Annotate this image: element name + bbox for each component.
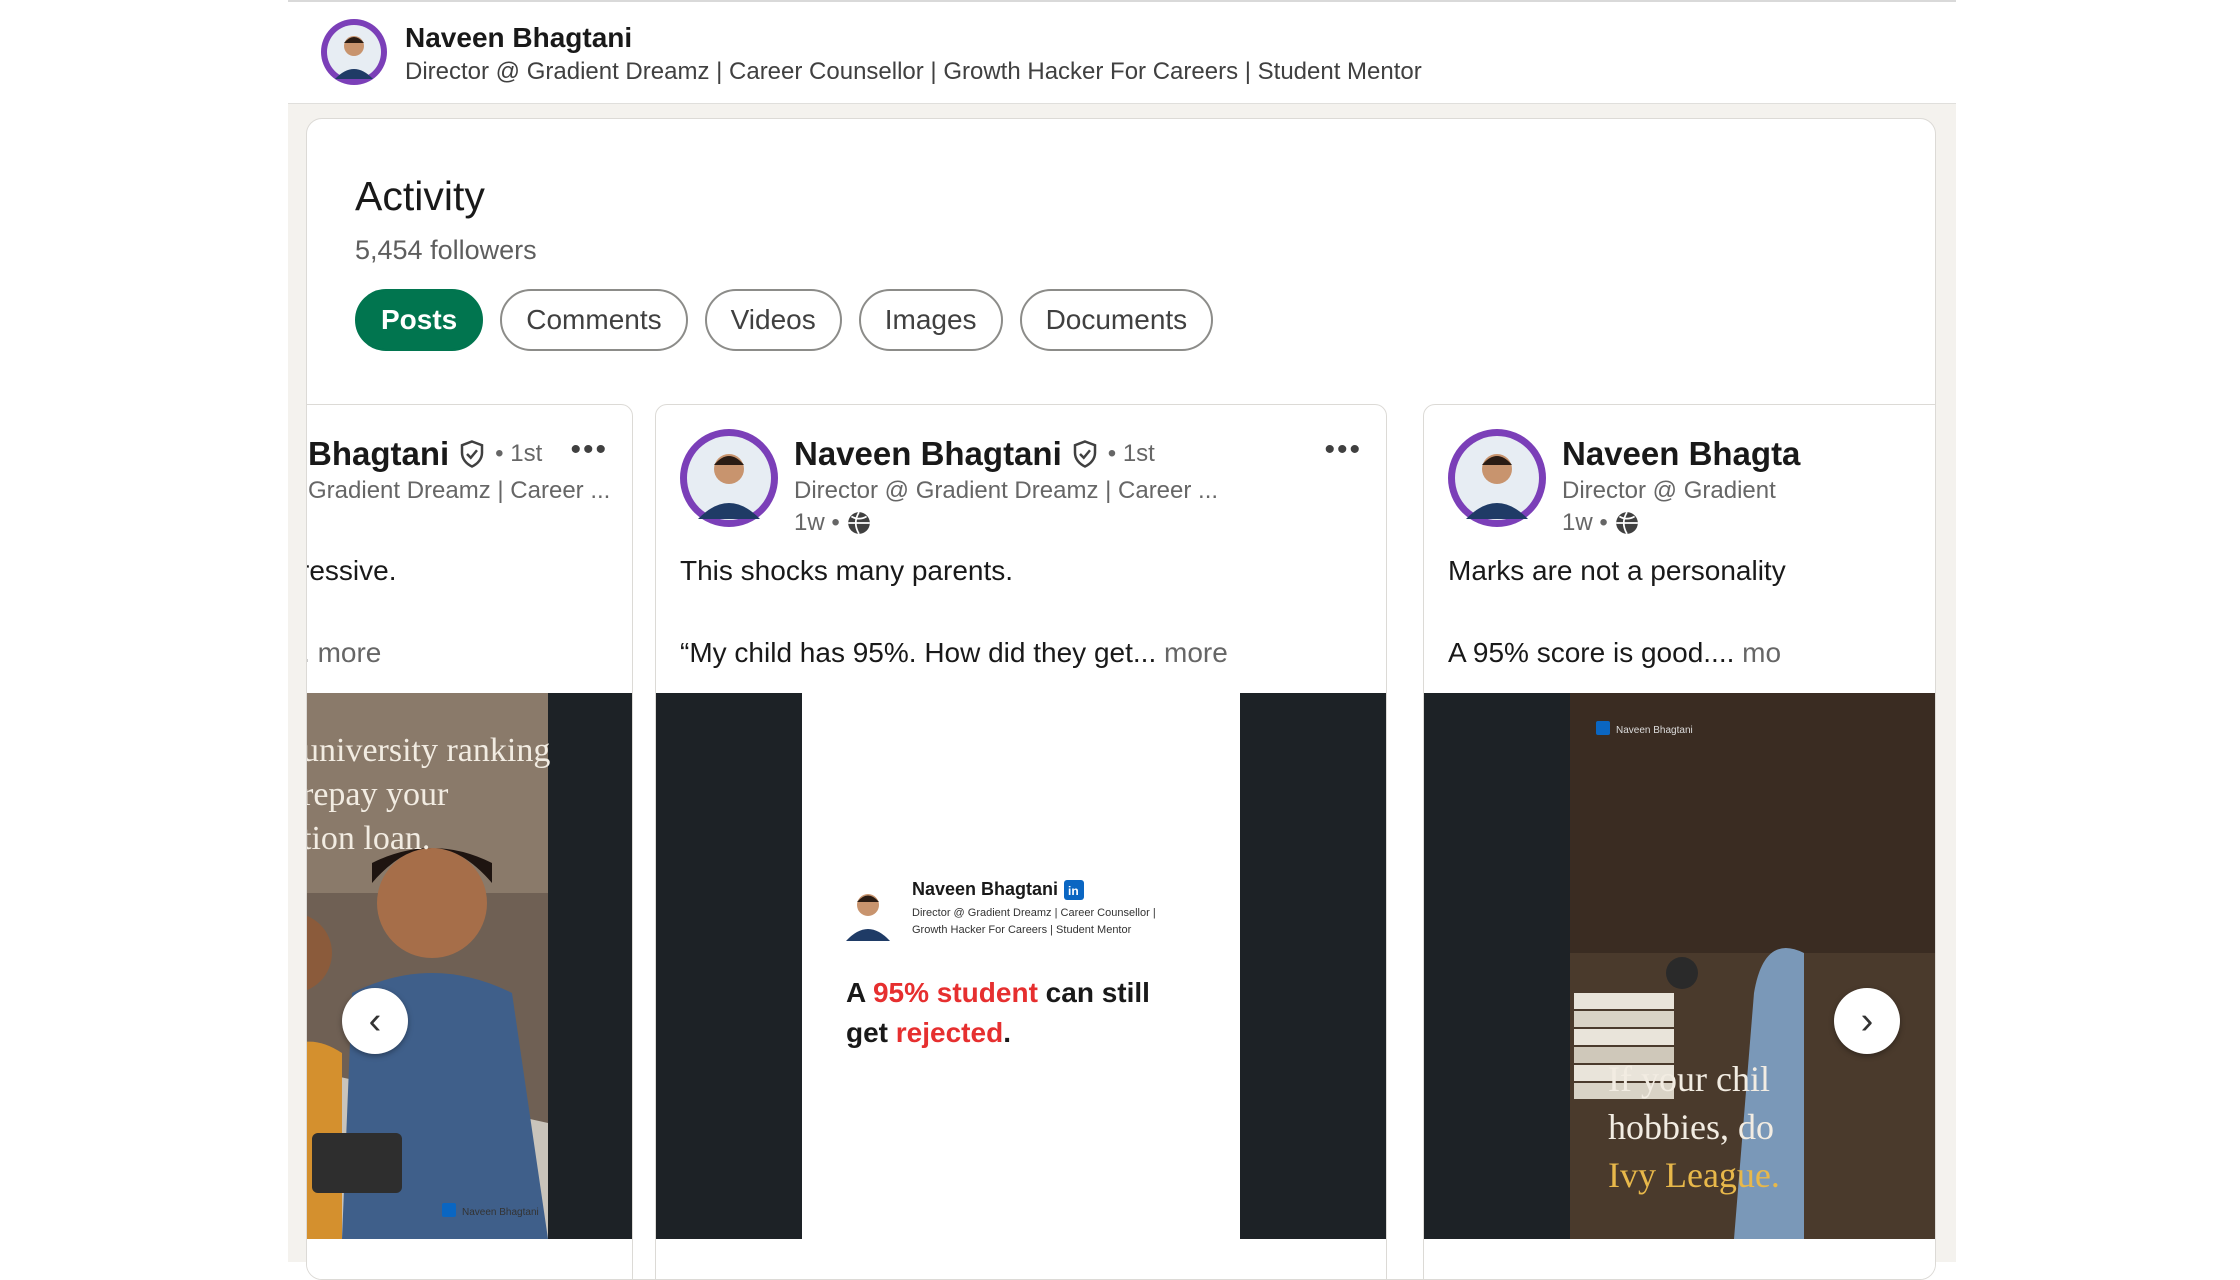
- post-document-preview[interactable]: Naveen Bhagtani in Director @ Gradient D…: [656, 693, 1386, 1239]
- tab-documents[interactable]: Documents: [1019, 289, 1214, 351]
- post-text-truncated: A 95% score is good....: [1448, 637, 1735, 668]
- post-text-line: . more: [307, 637, 381, 669]
- post-author-name: Naveen Bhagta: [1562, 435, 1801, 472]
- headline-highlight: 95% student: [872, 977, 1038, 1008]
- post-timestamp: 1w •: [1562, 509, 1640, 537]
- post-image[interactable]: Naveen Bhagtani If your chil hobbies, do…: [1424, 693, 1935, 1239]
- svg-text:in: in: [1068, 884, 1079, 898]
- carousel-next-button[interactable]: ›: [1834, 988, 1900, 1054]
- activity-title: Activity: [355, 173, 485, 219]
- headline-text: get: [846, 1017, 896, 1048]
- post-author-name: Naveen Bhagtani: [794, 435, 1062, 472]
- headline-highlight: rejected: [895, 1017, 1004, 1048]
- document-author: Naveen Bhagtani in: [912, 879, 1085, 900]
- tab-posts[interactable]: Posts: [355, 289, 484, 351]
- post-text-truncated: .: [307, 637, 310, 668]
- image-caption-line: repay your: [307, 776, 449, 813]
- post-author[interactable]: Bhagtani • 1st: [308, 435, 542, 473]
- post-text-line: This shocks many parents.: [680, 555, 1014, 586]
- carousel-prev-button[interactable]: ‹: [342, 988, 408, 1054]
- post-image-graphic: Naveen Bhagtani If your chil hobbies, do…: [1424, 693, 1935, 1239]
- post-author-subtitle: Director @ Gradient: [1562, 477, 1776, 504]
- globe-icon: [1615, 511, 1638, 535]
- sticky-profile-header: Naveen Bhagtani Director @ Gradient Drea…: [288, 2, 1956, 104]
- more-options-icon[interactable]: •••: [1324, 433, 1362, 467]
- post-card[interactable]: Bhagtani • 1st Gradient Dreamz | Career …: [307, 404, 633, 1279]
- image-watermark: Naveen Bhagtani: [1616, 725, 1693, 736]
- post-text-line: A 95% score is good.... mo: [1448, 637, 1781, 669]
- globe-icon: [847, 511, 870, 535]
- verified-shield-icon: [1073, 440, 1096, 468]
- linkedin-icon: [442, 1203, 456, 1217]
- document-page: Naveen Bhagtani in Director @ Gradient D…: [802, 693, 1240, 1239]
- post-author-subtitle: Director @ Gradient Dreamz | Career ...: [794, 477, 1219, 504]
- profile-name[interactable]: Naveen Bhagtani: [405, 22, 632, 54]
- chevron-right-icon: ›: [1860, 999, 1874, 1042]
- post-author-avatar[interactable]: [680, 429, 778, 527]
- tab-comments[interactable]: Comments: [500, 289, 688, 351]
- post-image[interactable]: Naveen Bhagtani university ranking repay…: [307, 693, 632, 1239]
- more-options-icon[interactable]: •••: [570, 433, 608, 467]
- post-time: 1w •: [794, 509, 840, 536]
- post-text-line: ressive.: [307, 555, 397, 586]
- connection-degree: • 1st: [495, 440, 543, 467]
- see-more-link[interactable]: more: [318, 637, 382, 668]
- image-caption-line: Ivy League.: [1608, 1155, 1780, 1195]
- image-caption-line: If your chil: [1608, 1059, 1770, 1099]
- post-time: 1w •: [1562, 509, 1608, 536]
- headline-text: can still: [1037, 977, 1150, 1008]
- post-text-truncated: “My child has 95%. How did they get...: [680, 637, 1157, 668]
- profile-page: Naveen Bhagtani Director @ Gradient Drea…: [288, 0, 1956, 1280]
- image-caption-line: hobbies, do: [1608, 1107, 1774, 1147]
- post-author-name: Bhagtani: [308, 435, 450, 472]
- activity-filter-tabs: Posts Comments Videos Images Documents: [355, 289, 1214, 351]
- document-author-headline: Growth Hacker For Careers | Student Ment…: [912, 924, 1132, 936]
- tab-images[interactable]: Images: [858, 289, 1003, 351]
- document-author-name: Naveen Bhagtani: [912, 879, 1059, 899]
- chevron-left-icon: ‹: [368, 999, 382, 1042]
- post-author-avatar[interactable]: [1448, 429, 1546, 527]
- document-headline: get rejected.: [846, 1017, 1011, 1049]
- profile-avatar[interactable]: [321, 19, 387, 85]
- post-image-graphic: Naveen Bhagtani university ranking repay…: [307, 693, 632, 1239]
- post-author[interactable]: Naveen Bhagta: [1562, 435, 1800, 473]
- linkedin-icon: in: [1064, 879, 1085, 900]
- post-text-line: Marks are not a personality: [1448, 555, 1786, 586]
- post-timestamp: 1w •: [794, 509, 872, 537]
- linkedin-icon: [1596, 721, 1610, 735]
- see-more-link[interactable]: more: [1164, 637, 1228, 668]
- document-author-avatar: [846, 894, 890, 941]
- document-author-headline: Director @ Gradient Dreamz | Career Coun…: [912, 907, 1156, 919]
- posts-carousel: Bhagtani • 1st Gradient Dreamz | Career …: [307, 404, 1935, 1279]
- profile-headline: Director @ Gradient Dreamz | Career Coun…: [405, 58, 1422, 85]
- headline-text: A: [846, 977, 873, 1008]
- post-card[interactable]: Naveen Bhagtani • 1st Director @ Gradien…: [655, 404, 1387, 1279]
- activity-card: Activity 5,454 followers Posts Comments …: [306, 118, 1936, 1280]
- verified-shield-icon: [460, 440, 484, 468]
- see-more-link[interactable]: mo: [1742, 637, 1781, 668]
- tab-videos[interactable]: Videos: [704, 289, 842, 351]
- post-card[interactable]: Naveen Bhagta Director @ Gradient 1w • M…: [1423, 404, 1935, 1279]
- post-author[interactable]: Naveen Bhagtani • 1st: [794, 435, 1155, 473]
- document-headline: A 95% student can still: [846, 977, 1150, 1009]
- connection-degree: • 1st: [1107, 440, 1155, 467]
- followers-count[interactable]: 5,454 followers: [355, 235, 537, 266]
- image-watermark: Naveen Bhagtani: [462, 1207, 539, 1218]
- image-caption-line: tion loan.: [307, 820, 430, 857]
- post-author-subtitle: Gradient Dreamz | Career ...: [308, 477, 611, 504]
- image-caption-line: university ranking: [307, 732, 550, 769]
- post-text-line: “My child has 95%. How did they get... m…: [680, 637, 1228, 669]
- headline-text: .: [1003, 1017, 1011, 1048]
